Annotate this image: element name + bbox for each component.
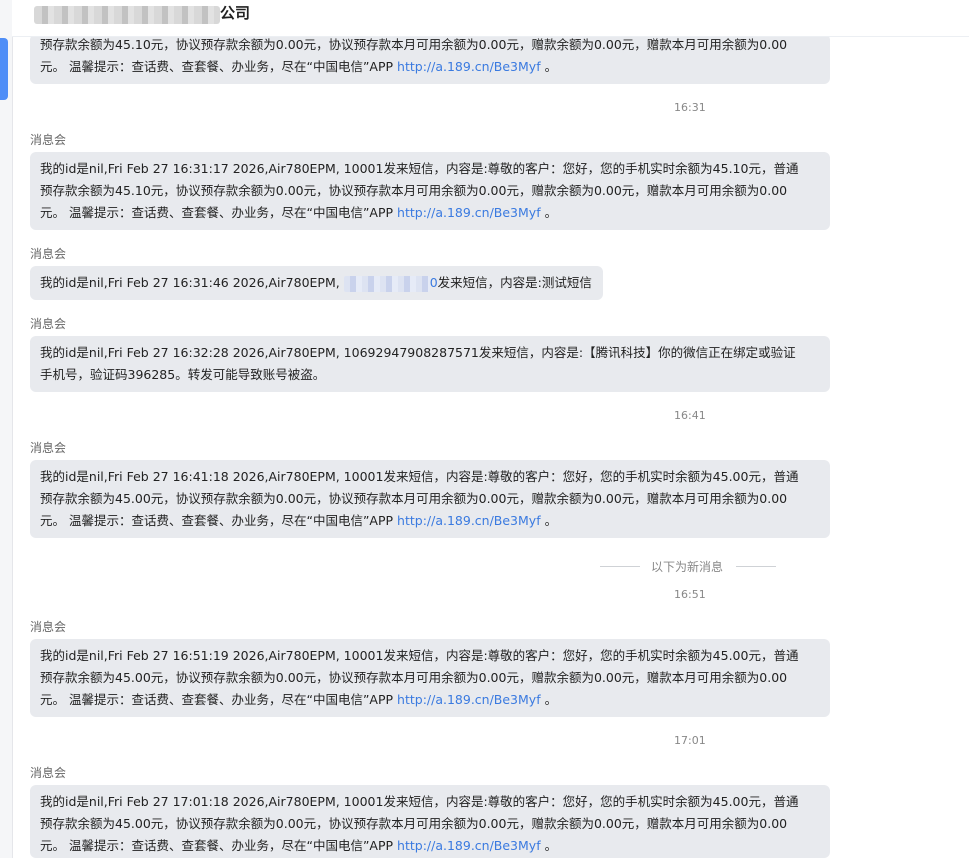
message-line: 预存款余额为45.00元，协议预存款余额为0.00元，协议预存款本月可用余额为0…	[40, 670, 788, 685]
message-link[interactable]: http://a.189.cn/Be3Myf	[397, 59, 541, 74]
chat-header: 公司	[12, 0, 969, 37]
sender-name: 消息会	[30, 620, 67, 634]
message-bubble[interactable]: 预存款余额为45.10元，协议预存款余额为0.00元，协议预存款本月可用余额为0…	[30, 34, 830, 84]
message-bubble[interactable]: 我的id是nil,Fri Feb 27 16:32:28 2026,Air780…	[30, 336, 830, 392]
active-indicator	[0, 38, 8, 100]
message-line: 我的id是nil,Fri Feb 27 17:01:18 2026,Air780…	[40, 794, 799, 809]
message-line: 我的id是nil,Fri Feb 27 16:32:28 2026,Air780…	[40, 345, 796, 360]
timestamp: 16:51	[674, 588, 706, 601]
message-line: 预存款余额为45.00元，协议预存款余额为0.00元，协议预存款本月可用余额为0…	[40, 816, 788, 831]
sender-name: 消息会	[30, 441, 67, 455]
sender-name: 消息会	[30, 317, 67, 331]
sender-name: 消息会	[30, 133, 67, 147]
message-link[interactable]: http://a.189.cn/Be3Myf	[397, 205, 541, 220]
redacted-number	[343, 275, 430, 292]
left-sidebar	[0, 0, 13, 858]
timestamp: 16:41	[674, 409, 706, 422]
sender-name: 消息会	[30, 247, 67, 261]
message-bubble[interactable]: 我的id是nil,Fri Feb 27 17:01:18 2026,Air780…	[30, 785, 830, 858]
message-line: 手机号，验证码396285。转发可能导致账号被盗。	[40, 367, 326, 382]
timestamp: 17:01	[674, 734, 706, 747]
message-line: 元。 温馨提示：查话费、查套餐、办业务，尽在“中国电信”APP	[40, 838, 398, 853]
message-line: 元。 温馨提示：查话费、查套餐、办业务，尽在“中国电信”APP	[40, 205, 398, 220]
message-bubble[interactable]: 我的id是nil,Fri Feb 27 16:51:19 2026,Air780…	[30, 639, 830, 717]
message-line: 预存款余额为45.10元，协议预存款余额为0.00元，协议预存款本月可用余额为0…	[40, 37, 788, 52]
message-bubble[interactable]: 我的id是nil,Fri Feb 27 16:41:18 2026,Air780…	[30, 460, 830, 538]
divider-label: 以下为新消息	[651, 560, 724, 574]
redacted-title	[34, 6, 220, 24]
message-line: 元。 温馨提示：查话费、查套餐、办业务，尽在“中国电信”APP	[40, 513, 398, 528]
chat-title: 公司	[220, 4, 251, 22]
message-line: 预存款余额为45.00元，协议预存款余额为0.00元，协议预存款本月可用余额为0…	[40, 491, 788, 506]
message-link[interactable]: http://a.189.cn/Be3Myf	[397, 513, 541, 528]
message-link[interactable]: http://a.189.cn/Be3Myf	[397, 692, 541, 707]
message-line: 我的id是nil,Fri Feb 27 16:31:17 2026,Air780…	[40, 161, 799, 176]
message-bubble[interactable]: 我的id是nil,Fri Feb 27 16:31:17 2026,Air780…	[30, 152, 830, 230]
message-line: 我的id是nil,Fri Feb 27 16:51:19 2026,Air780…	[40, 648, 799, 663]
message-line: 元。 温馨提示：查话费、查套餐、办业务，尽在“中国电信”APP	[40, 692, 398, 707]
timestamp: 16:31	[674, 101, 706, 114]
message-line: 元。 温馨提示：查话费、查套餐、办业务，尽在“中国电信”APP	[40, 59, 398, 74]
message-link[interactable]: 0	[430, 275, 438, 290]
message-line: 我的id是nil,Fri Feb 27 16:31:46 2026,Air780…	[40, 275, 344, 290]
message-line: 预存款余额为45.10元，协议预存款余额为0.00元，协议预存款本月可用余额为0…	[40, 183, 788, 198]
message-link[interactable]: http://a.189.cn/Be3Myf	[397, 838, 541, 853]
sender-name: 消息会	[30, 766, 67, 780]
message-bubble[interactable]: 我的id是nil,Fri Feb 27 16:31:46 2026,Air780…	[30, 266, 603, 300]
message-line: 我的id是nil,Fri Feb 27 16:41:18 2026,Air780…	[40, 469, 799, 484]
